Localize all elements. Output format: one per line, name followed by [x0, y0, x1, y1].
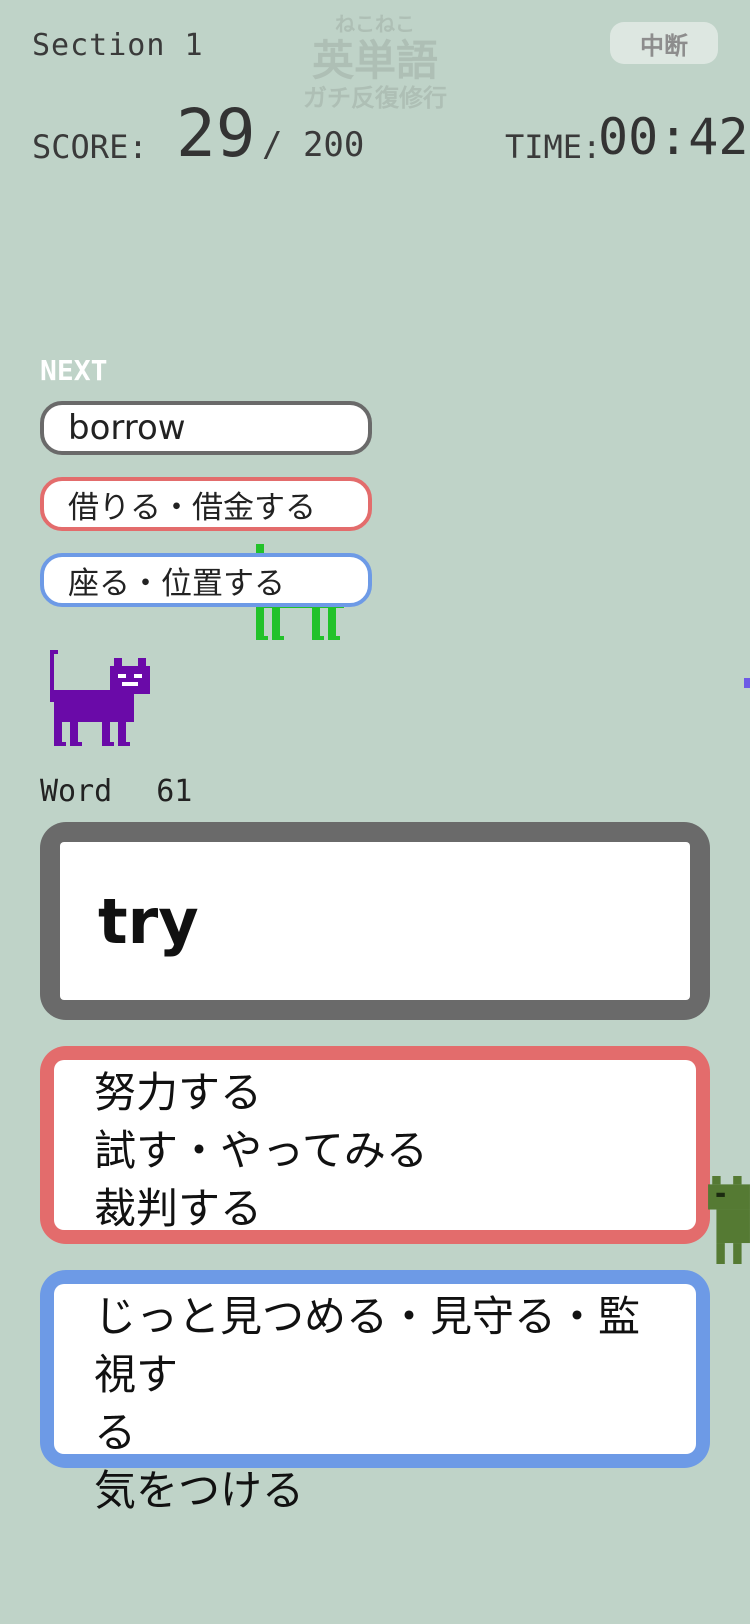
next-red-text: 借りる・借金する: [68, 489, 316, 526]
logo-line-2: 英単語: [311, 36, 438, 85]
next-word-card: borrow: [40, 401, 372, 455]
current-word: try: [60, 842, 690, 1000]
logo-line-1: ねこねこ: [335, 12, 415, 36]
choice-blue-line: る: [94, 1408, 137, 1457]
score-value: 29: [176, 95, 256, 172]
section-label: Section 1: [32, 28, 204, 63]
time-label: TIME:: [505, 128, 602, 166]
offscreen-cat-fragment: [744, 678, 750, 688]
choice-red-button[interactable]: 努力する 試す・やってみる 裁判する: [40, 1046, 710, 1244]
score-label: SCORE:: [32, 128, 148, 166]
word-count: 61: [156, 774, 193, 809]
next-word-text: borrow: [68, 408, 186, 448]
app-logo: ねこねこ 英単語 ガチ反復修行: [290, 14, 460, 110]
time-value: 00:42: [598, 108, 749, 166]
choice-red-line: 努力する: [94, 1068, 263, 1117]
word-card: try: [40, 822, 710, 1020]
next-label: NEXT: [40, 354, 108, 387]
logo-line-3: ガチ反復修行: [303, 84, 447, 112]
score-total: / 200: [262, 125, 365, 165]
choice-blue-line: 気をつける: [94, 1466, 305, 1515]
choice-red-text: 努力する 試す・やってみる 裁判する: [54, 1060, 696, 1233]
purple-cat-icon: [50, 650, 150, 746]
next-blue-card: 座る・位置する: [40, 553, 372, 607]
pause-button[interactable]: 中断: [610, 22, 718, 64]
choice-red-line: 裁判する: [94, 1184, 263, 1233]
next-blue-text: 座る・位置する: [68, 565, 285, 602]
word-label: Word 61: [40, 774, 192, 809]
choice-blue-button[interactable]: じっと見つめる・見守る・監視す る 気をつける: [40, 1270, 710, 1515]
olive-cat-icon: [708, 1176, 750, 1264]
word-label-text: Word: [40, 774, 113, 809]
next-red-card: 借りる・借金する: [40, 477, 372, 531]
choice-blue-text: じっと見つめる・見守る・監視す る 気をつける: [54, 1284, 696, 1515]
choice-red-line: 試す・やってみる: [94, 1126, 428, 1175]
choice-blue-line: じっと見つめる・見守る・監視す: [94, 1292, 641, 1399]
